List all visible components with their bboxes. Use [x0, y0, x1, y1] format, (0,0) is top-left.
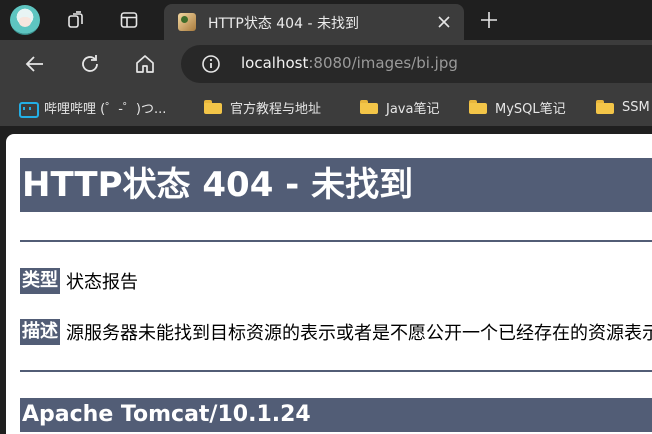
- description-value: 源服务器未能找到目标资源的表示或者是不愿公开一个已经存在的资源表示。: [66, 323, 652, 344]
- type-row: 类型 状态报告: [20, 267, 138, 295]
- bookmark-label: 哔哩哔哩 (゜-゜)つ...: [44, 101, 167, 117]
- profile-avatar[interactable]: [10, 5, 40, 35]
- back-icon[interactable]: [23, 52, 47, 76]
- bookmark-label: SSM: [622, 99, 650, 115]
- bookmark-label: 官方教程与地址: [230, 101, 322, 117]
- workspaces-icon[interactable]: [66, 10, 86, 30]
- tab-actions-icon[interactable]: [119, 10, 139, 30]
- folder-icon: [469, 100, 487, 114]
- tab-title: HTTP状态 404 - 未找到: [208, 16, 359, 32]
- bookmark-folder-mysql[interactable]: MySQL笔记: [469, 96, 566, 118]
- bookmark-bilibili[interactable]: 哔哩哔哩 (゜-゜)つ...: [18, 96, 166, 118]
- folder-icon: [360, 100, 378, 114]
- address-bar[interactable]: localhost:8080/images/bi.jpg: [181, 45, 652, 83]
- home-icon[interactable]: [133, 52, 157, 76]
- tab-favicon-icon: [178, 13, 196, 31]
- server-footer: Apache Tomcat/10.1.24: [20, 398, 652, 432]
- type-value: 状态报告: [66, 272, 138, 293]
- new-tab-icon[interactable]: [479, 10, 499, 30]
- reload-icon[interactable]: [78, 52, 102, 76]
- bookmark-label: MySQL笔记: [495, 101, 566, 117]
- bilibili-icon: [18, 99, 39, 118]
- content-area: HTTP状态 404 - 未找到 类型 状态报告 描述 源服务器未能找到目标资源…: [0, 126, 652, 434]
- web-page: HTTP状态 404 - 未找到 类型 状态报告 描述 源服务器未能找到目标资源…: [6, 134, 652, 434]
- url-host: localhost: [241, 54, 309, 72]
- browser-toolbar: localhost:8080/images/bi.jpg: [0, 40, 652, 88]
- bookmark-folder-tutorials[interactable]: 官方教程与地址: [204, 96, 321, 118]
- divider-top: [20, 240, 652, 242]
- type-label: 类型: [20, 268, 60, 294]
- tab-strip: HTTP状态 404 - 未找到: [0, 0, 652, 40]
- folder-icon: [596, 100, 614, 114]
- bookmark-folder-ssm[interactable]: SSM: [596, 96, 650, 118]
- close-tab-icon[interactable]: [436, 14, 452, 30]
- active-tab[interactable]: HTTP状态 404 - 未找到: [164, 4, 464, 40]
- url-text[interactable]: localhost:8080/images/bi.jpg: [241, 54, 458, 72]
- divider-bottom: [20, 370, 652, 372]
- description-label: 描述: [20, 319, 60, 345]
- bookmarks-bar: 哔哩哔哩 (゜-゜)つ... 官方教程与地址 Java笔记 MySQL笔记 SS…: [0, 88, 652, 126]
- url-path: :8080/images/bi.jpg: [308, 54, 458, 72]
- site-info-icon[interactable]: [201, 54, 221, 74]
- bookmark-label: Java笔记: [386, 101, 440, 117]
- page-heading: HTTP状态 404 - 未找到: [20, 158, 652, 212]
- bookmark-folder-java[interactable]: Java笔记: [360, 96, 439, 118]
- folder-icon: [204, 100, 222, 114]
- description-row: 描述 源服务器未能找到目标资源的表示或者是不愿公开一个已经存在的资源表示。: [20, 318, 652, 346]
